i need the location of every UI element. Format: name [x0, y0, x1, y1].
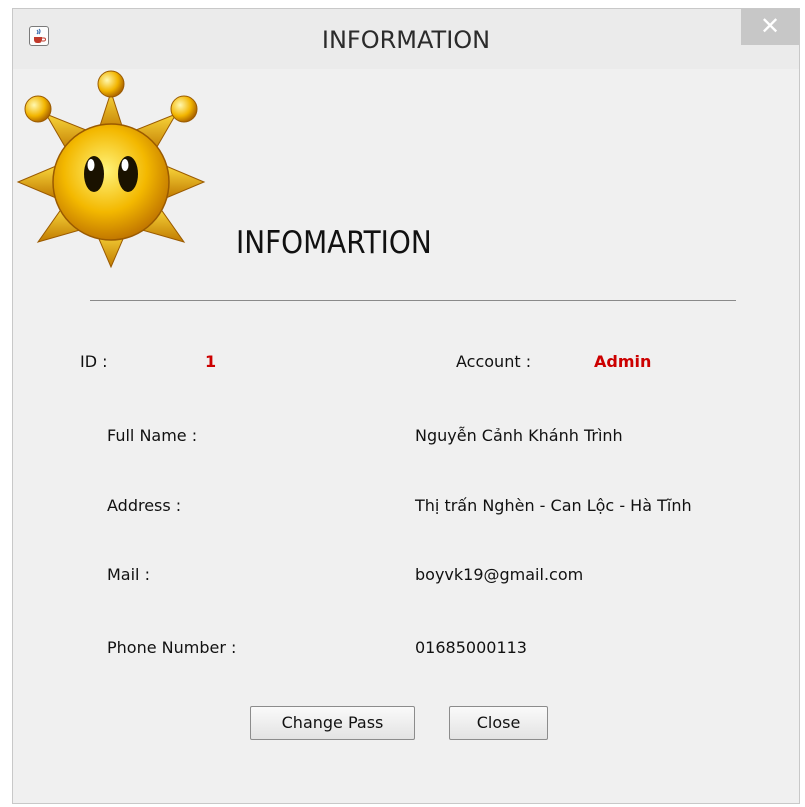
id-value: 1 [205, 352, 217, 371]
mail-value: boyvk19@gmail.com [415, 565, 584, 584]
change-pass-button[interactable]: Change Pass [250, 706, 415, 740]
address-value: Thị trấn Nghèn - Can Lộc - Hà Tĩnh [415, 496, 692, 515]
account-label: Account : [456, 352, 532, 371]
title-bar[interactable]: INFORMATION ✕ [13, 9, 799, 69]
mail-label: Mail : [107, 565, 150, 584]
phone-number-value: 01685000113 [415, 638, 527, 657]
close-button[interactable]: Close [449, 706, 548, 740]
close-icon[interactable]: ✕ [741, 9, 799, 45]
full-name-value: Nguyễn Cảnh Khánh Trình [415, 426, 623, 445]
phone-number-label: Phone Number : [107, 638, 237, 657]
address-label: Address : [107, 496, 182, 515]
page-heading: INFOMARTION [236, 225, 432, 261]
account-value: Admin [594, 352, 652, 371]
sun-mascot-icon [16, 70, 206, 269]
window-title: INFORMATION [321, 26, 491, 54]
id-label: ID : [80, 352, 108, 371]
divider [90, 300, 736, 301]
full-name-label: Full Name : [107, 426, 198, 445]
